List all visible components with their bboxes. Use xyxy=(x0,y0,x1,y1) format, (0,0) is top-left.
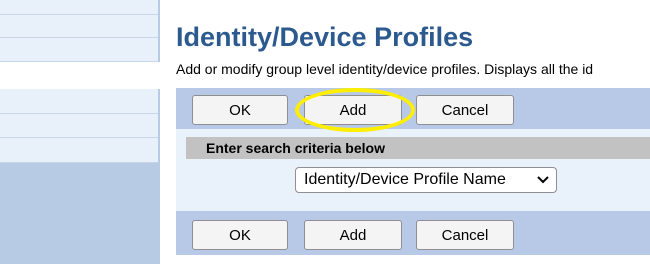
chevron-down-icon xyxy=(537,176,549,184)
ok-button-bottom[interactable]: OK xyxy=(192,220,288,250)
page-description: Add or modify group level identity/devic… xyxy=(176,61,594,77)
sidebar-item[interactable] xyxy=(0,38,158,62)
add-button-bottom[interactable]: Add xyxy=(304,220,402,250)
page-title: Identity/Device Profiles xyxy=(176,22,474,52)
bottom-button-bar: OK Add Cancel xyxy=(176,211,650,255)
add-button[interactable]: Add xyxy=(304,95,402,125)
search-header-label: Enter search criteria below xyxy=(206,140,385,156)
sidebar-item[interactable] xyxy=(0,114,158,138)
cancel-button[interactable]: Cancel xyxy=(416,95,514,125)
cancel-button-bottom[interactable]: Cancel xyxy=(416,220,514,250)
sidebar-spacer xyxy=(0,62,160,89)
sidebar-item[interactable] xyxy=(0,138,158,163)
sidebar xyxy=(0,0,160,264)
search-header: Enter search criteria below xyxy=(186,137,650,159)
search-panel: Enter search criteria below Identity/Dev… xyxy=(176,129,650,211)
sidebar-item[interactable] xyxy=(0,89,158,114)
top-button-bar: OK Add Cancel xyxy=(176,88,650,129)
ok-button[interactable]: OK xyxy=(192,95,288,125)
search-field-select[interactable]: Identity/Device Profile Name xyxy=(295,167,557,193)
search-field-selected: Identity/Device Profile Name xyxy=(304,171,506,188)
main-content: Identity/Device Profiles Add or modify g… xyxy=(160,0,650,264)
sidebar-item[interactable] xyxy=(0,0,158,15)
sidebar-item[interactable] xyxy=(0,15,158,38)
